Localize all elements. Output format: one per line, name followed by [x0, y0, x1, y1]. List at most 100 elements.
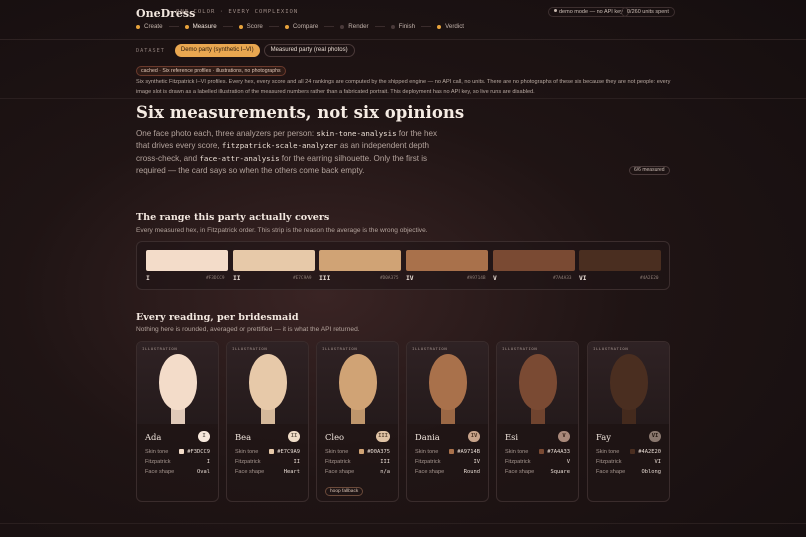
analyzer-fitzpatrick: fitzpatrick-scale-analyzer	[221, 141, 338, 151]
fitzpatrick-row: Fitzpatrick II	[235, 459, 300, 465]
divider	[0, 98, 806, 99]
skin-tone-row: Skin tone #4A2E20	[596, 449, 661, 455]
fitzpatrick-badge: V	[558, 431, 570, 442]
head-shape	[249, 354, 287, 410]
skin-tone-row: Skin tone #F3DCC9	[145, 449, 210, 455]
swatch-roman-label: VI	[579, 275, 587, 282]
swatch-roman-label: IV	[406, 275, 414, 282]
bridesmaid-name: Bea	[235, 432, 252, 442]
skin-swatch	[359, 449, 365, 454]
step-divider	[222, 26, 233, 27]
skin-tone-row: Skin tone #A9714B	[415, 449, 480, 455]
dataset-option-measured[interactable]: Measured party (real photos)	[263, 44, 355, 57]
swatch-3	[319, 250, 401, 271]
portrait-illustration: ILLUSTRATION	[407, 342, 488, 424]
fitzpatrick-row: Fitzpatrick I	[145, 459, 210, 465]
step-create[interactable]: Create	[136, 23, 163, 30]
bridesmaid-card[interactable]: ILLUSTRATION Bea II Skin tone #E7C9A9 Fit…	[226, 341, 309, 502]
step-measure[interactable]: Measure	[184, 23, 217, 30]
divider	[0, 523, 806, 524]
skin-tone-row: Skin tone #7A4A33	[505, 449, 570, 455]
face-shape-row: Face shape Oval	[145, 469, 210, 475]
step-divider	[324, 26, 335, 27]
step-render[interactable]: Render	[340, 23, 369, 30]
swatch-1	[146, 250, 228, 271]
step-verdict[interactable]: Verdict	[437, 23, 464, 30]
units-pill: 0/260 units spent	[621, 7, 675, 17]
head-shape	[519, 354, 557, 410]
swatch-4	[406, 250, 488, 271]
bridesmaid-name: Dania	[415, 432, 440, 442]
range-section-subtitle: Every measured hex, in Fitzpatrick order…	[136, 227, 428, 234]
step-compare[interactable]: Compare	[284, 23, 318, 30]
step-score[interactable]: Score	[238, 23, 263, 30]
illustration-tag: ILLUSTRATION	[322, 346, 358, 351]
readings-section-title: Every reading, per bridesmaid	[136, 312, 299, 323]
notice-text: Six synthetic Fitzpatrick I–VI profiles.…	[136, 79, 671, 95]
skin-tone-row: Skin tone #D0A375	[325, 449, 390, 455]
bridesmaid-card[interactable]: ILLUSTRATION Fay VI Skin tone #4A2E20 Fit…	[587, 341, 670, 502]
bridesmaid-card[interactable]: ILLUSTRATION Cleo III Skin tone #D0A375 F…	[316, 341, 399, 502]
fitzpatrick-row: Fitzpatrick III	[325, 459, 390, 465]
fitzpatrick-row: Fitzpatrick VI	[596, 459, 661, 465]
skin-swatch	[630, 449, 636, 454]
fitzpatrick-badge: VI	[649, 431, 661, 442]
fitzpatrick-row: Fitzpatrick IV	[415, 459, 480, 465]
bridesmaid-name: Esi	[505, 432, 519, 442]
face-shape-row: Face shape Round	[415, 469, 480, 475]
portrait-illustration: ILLUSTRATION	[317, 342, 398, 424]
swatch-hex-label: #4A2E20	[640, 276, 659, 281]
step-finish[interactable]: Finish	[390, 23, 415, 30]
illustration-tag: ILLUSTRATION	[593, 346, 629, 351]
face-shape-row: Face shape Square	[505, 469, 570, 475]
face-shape-row: Face shape Oblong	[596, 469, 661, 475]
readings-section-subtitle: Nothing here is rounded, averaged or pre…	[136, 326, 360, 333]
step-divider	[168, 26, 179, 27]
swatch-hex-label: #7A4A33	[553, 276, 572, 281]
bridesmaid-name: Ada	[145, 432, 162, 442]
swatch-roman-label: I	[146, 275, 150, 282]
brand-tagline: ONE COLOR · EVERY COMPLEXION	[176, 9, 299, 15]
analyzer-face-attr: face-attr-analysis	[199, 153, 280, 163]
bridesmaid-card[interactable]: ILLUSTRATION Dania IV Skin tone #A9714B F…	[406, 341, 489, 502]
bridesmaid-card[interactable]: ILLUSTRATION Esi V Skin tone #7A4A33 Fitz…	[496, 341, 579, 502]
step-dot-icon	[340, 24, 345, 29]
fitzpatrick-badge: II	[288, 431, 300, 442]
fitzpatrick-badge: I	[198, 431, 210, 442]
analyzer-skin-tone: skin-tone-analysis	[316, 129, 397, 138]
page-title: Six measurements, not six opinions	[136, 103, 465, 122]
swatch-hex-label: #D0A375	[380, 276, 399, 281]
head-shape	[610, 354, 648, 410]
swatch-hex-label: #F3DCC9	[206, 276, 225, 281]
skin-swatch	[449, 449, 455, 454]
head-shape	[429, 354, 467, 410]
hoop-fallback-chip: hoop fallback	[325, 487, 364, 496]
step-dot-icon	[136, 24, 140, 29]
face-shape-row: Face shape n/a	[325, 469, 390, 475]
fitzpatrick-badge: IV	[468, 431, 480, 442]
bridesmaid-name: Fay	[596, 432, 611, 442]
step-divider	[421, 26, 432, 27]
range-section-title: The range this party actually covers	[136, 212, 330, 223]
step-dot-icon	[437, 24, 442, 29]
step-divider	[268, 26, 279, 27]
step-divider	[374, 26, 385, 27]
head-shape	[339, 354, 377, 410]
portrait-illustration: ILLUSTRATION	[588, 342, 669, 424]
skin-swatch	[269, 449, 275, 454]
step-nav: Create Measure Score Compare Render Fini…	[136, 23, 464, 30]
bridesmaid-card[interactable]: ILLUSTRATION Ada I Skin tone #F3DCC9 Fitz…	[136, 341, 219, 502]
swatch-roman-label: III	[319, 275, 331, 282]
portrait-illustration: ILLUSTRATION	[137, 342, 218, 424]
swatch-roman-label: II	[233, 275, 241, 282]
dataset-option-demo[interactable]: Demo party (synthetic I–VI)	[174, 44, 260, 57]
top-bar: OneDress ONE COLOR · EVERY COMPLEXION de…	[0, 0, 806, 40]
step-dot-icon	[184, 24, 189, 29]
skin-swatch	[539, 449, 545, 454]
status-dot-icon	[554, 9, 557, 12]
dataset-label: DATASET	[136, 47, 165, 54]
cached-status-chip: cached · Six reference profiles · illust…	[136, 66, 286, 76]
swatch-6	[579, 250, 661, 271]
step-dot-icon	[284, 24, 289, 29]
swatch-2	[233, 250, 315, 271]
